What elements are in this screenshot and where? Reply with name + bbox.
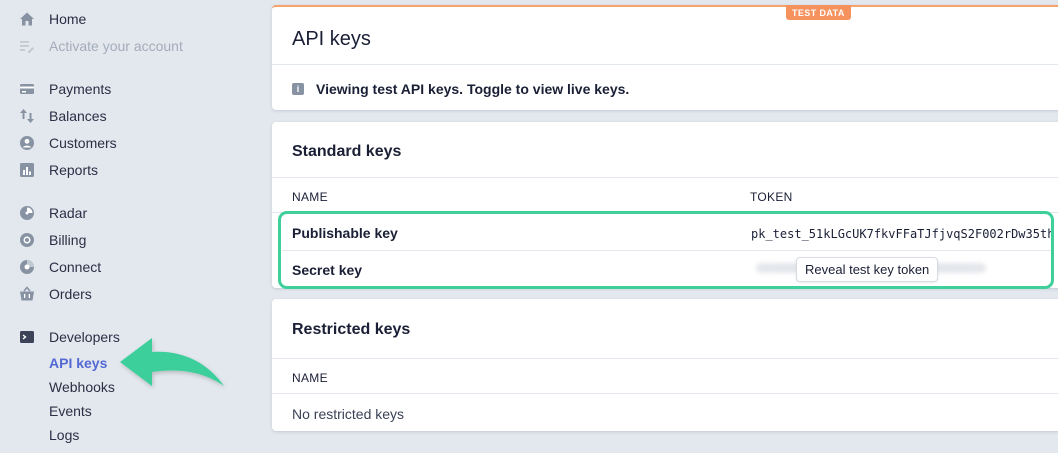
orders-icon (18, 285, 36, 303)
restricted-keys-card: Restricted keys NAME No restricted keys (272, 299, 1058, 431)
column-header-name: NAME (292, 371, 328, 385)
column-header-token: TOKEN (750, 190, 793, 204)
payments-icon (18, 80, 36, 98)
home-icon (18, 10, 36, 28)
sidebar-item-balances[interactable]: Balances (18, 105, 107, 127)
sidebar-item-label: Activate your account (49, 38, 183, 54)
sidebar-item-label: Developers (49, 329, 120, 345)
divider (282, 250, 1052, 251)
empty-state-text: No restricted keys (292, 406, 405, 422)
divider (272, 177, 1058, 178)
customers-icon (18, 134, 36, 152)
sidebar-item-radar[interactable]: Radar (18, 202, 87, 224)
sidebar-item-label: Radar (49, 205, 88, 221)
sidebar-item-label: Orders (49, 286, 92, 302)
publishable-key-label: Publishable key (292, 225, 398, 241)
secret-key-label: Secret key (292, 262, 363, 278)
divider (272, 212, 1058, 213)
divider (272, 64, 1058, 65)
divider (272, 358, 1058, 359)
connect-icon (18, 258, 36, 276)
info-banner: i Viewing test API keys. Toggle to view … (292, 81, 629, 97)
sidebar-item-label: Balances (49, 108, 107, 124)
sidebar-item-label: Home (49, 11, 87, 27)
sidebar-item-home[interactable]: Home (18, 8, 86, 30)
publishable-key-token[interactable]: pk_test_51kLGcUK7fkvFFaTJfjvqS2F002rDw35… (751, 227, 1054, 241)
sidebar-item-orders[interactable]: Orders (18, 283, 92, 305)
sidebar-subitem-api-keys[interactable]: API keys (49, 353, 107, 373)
activate-icon (18, 37, 36, 55)
sidebar-item-label: Reports (49, 162, 99, 178)
sidebar: Home Activate your account Payments Bala… (0, 0, 260, 453)
standard-keys-title: Standard keys (292, 143, 402, 160)
sidebar-subitem-events[interactable]: Events (49, 401, 92, 421)
sidebar-item-developers[interactable]: Developers (18, 326, 120, 348)
page-title: API keys (292, 28, 371, 50)
api-keys-header-card: TEST DATA API keys i Viewing test API ke… (272, 5, 1058, 110)
billing-icon (18, 231, 36, 249)
developers-icon (18, 328, 36, 346)
sidebar-item-payments[interactable]: Payments (18, 78, 111, 100)
reveal-test-key-button[interactable]: Reveal test key token (796, 257, 939, 282)
restricted-keys-title: Restricted keys (292, 321, 411, 338)
sidebar-item-label: Payments (49, 81, 112, 97)
info-text: Viewing test API keys. Toggle to view li… (316, 81, 630, 97)
pointer-arrow-icon (120, 338, 224, 386)
sidebar-item-activate[interactable]: Activate your account (18, 35, 183, 57)
column-header-name: NAME (292, 190, 328, 204)
app-root: Home Activate your account Payments Bala… (0, 0, 1058, 453)
balances-icon (18, 107, 36, 125)
radar-icon (18, 204, 36, 222)
standard-keys-card: Standard keys NAME TOKEN Publishable key… (272, 122, 1058, 288)
info-icon: i (292, 83, 304, 95)
sidebar-item-reports[interactable]: Reports (18, 159, 98, 181)
sidebar-item-label: Billing (49, 232, 87, 248)
test-data-badge: TEST DATA (786, 5, 851, 20)
sidebar-subitem-webhooks[interactable]: Webhooks (49, 377, 115, 397)
sidebar-item-label: Customers (49, 135, 117, 151)
sidebar-item-label: Connect (49, 259, 102, 275)
reports-icon (18, 161, 36, 179)
sidebar-item-billing[interactable]: Billing (18, 229, 86, 251)
sidebar-subitem-logs[interactable]: Logs (49, 425, 79, 445)
divider (272, 393, 1058, 394)
sidebar-item-connect[interactable]: Connect (18, 256, 101, 278)
sidebar-item-customers[interactable]: Customers (18, 132, 117, 154)
